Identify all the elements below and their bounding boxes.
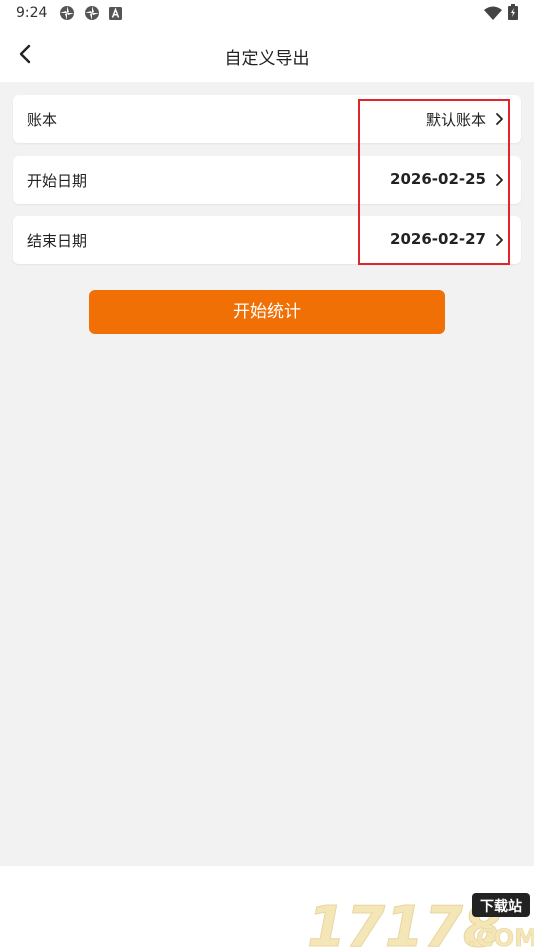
battery-charging-icon [508,4,518,20]
pinwheel-icon [60,6,74,20]
app-header: 自定义导出 [0,28,534,82]
page-title: 自定义导出 [224,49,310,69]
watermark-badge-text: 下载站 [480,898,522,915]
start-statistics-button[interactable]: 开始统计 [89,290,445,334]
status-bar: 9:24 [0,0,534,28]
site-watermark-logo: 17178 下载站 .COM [307,893,534,950]
a-badge-icon [109,7,122,20]
status-time: 9:24 [16,5,48,21]
watermark-suffix: .COM [467,924,534,950]
end-date-label: 结束日期 [27,232,88,250]
start-date-label: 开始日期 [27,172,88,190]
wifi-icon [484,6,502,20]
annotation-highlight-box [358,99,510,265]
pinwheel-icon [85,6,99,20]
ledger-label: 账本 [27,111,58,129]
